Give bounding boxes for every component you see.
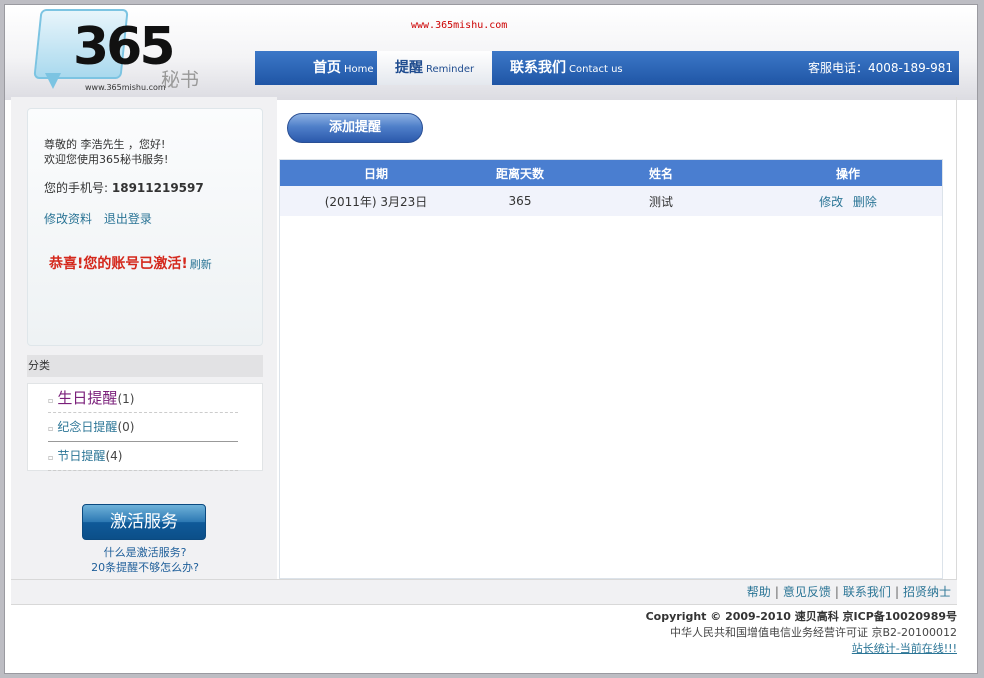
category-count: (4) bbox=[105, 449, 123, 463]
site-url: www.365mishu.com bbox=[411, 20, 508, 31]
bullet-icon: ▫ bbox=[48, 396, 54, 405]
main-nav: 首页 Home 提醒 Reminder 联系我们 Contact us 客服电话：40… bbox=[255, 51, 959, 85]
category-name: 纪念日提醒 bbox=[57, 420, 118, 434]
help-links: 什么是激活服务? 20条提醒不够怎么办? bbox=[27, 545, 263, 575]
column-name: 姓名 bbox=[568, 160, 754, 186]
separator: | bbox=[894, 585, 899, 599]
nav-contact[interactable]: 联系我们 Contact us bbox=[510, 51, 623, 85]
footer-links-bar: 帮助 | 意见反馈 | 联系我们 | 招贤纳士 bbox=[11, 579, 957, 605]
account-links: 修改资料 退出登录 bbox=[44, 210, 262, 227]
hotline: 客服电话：4008-189-981 bbox=[807, 61, 953, 75]
reminder-table-container: 日期 距离天数 姓名 操作 (2011年) 3月23日 365 测试 修改 删除 bbox=[279, 159, 943, 579]
footer-jobs-link[interactable]: 招贤纳士 bbox=[903, 585, 951, 599]
separator: | bbox=[774, 585, 779, 599]
category-count: (0) bbox=[117, 420, 135, 434]
category-holiday[interactable]: ▫ 节日提醒(4) bbox=[48, 442, 238, 471]
category-birthday[interactable]: ▫ 生日提醒(1) bbox=[48, 384, 238, 413]
table-row: (2011年) 3月23日 365 测试 修改 删除 bbox=[280, 186, 942, 216]
logo-bubble-tail bbox=[45, 73, 61, 89]
category-heading: 分类 bbox=[27, 355, 263, 377]
nav-contact-en: Contact us bbox=[569, 64, 623, 75]
logo-text: 秘书 bbox=[161, 69, 200, 91]
edit-profile-link[interactable]: 修改资料 bbox=[44, 212, 92, 226]
copyright-block: Copyright © 2009-2010 速贝高科 京ICP备10020989… bbox=[646, 609, 957, 657]
copyright-text: Copyright © 2009-2010 速贝高科 京ICP备10020989… bbox=[645, 610, 957, 623]
column-date: 日期 bbox=[280, 160, 472, 186]
column-actions: 操作 bbox=[754, 160, 942, 186]
activate-service-button[interactable]: 激活服务 bbox=[82, 504, 206, 540]
need-more-reminders-link[interactable]: 20条提醒不够怎么办? bbox=[27, 560, 263, 575]
nav-reminder-en: Reminder bbox=[426, 64, 475, 75]
edit-reminder-link[interactable]: 修改 bbox=[819, 195, 843, 209]
bullet-icon: ▫ bbox=[48, 424, 54, 433]
nav-home[interactable]: 首页 Home bbox=[313, 51, 374, 85]
phone-line: 您的手机号: 18911219597 bbox=[44, 181, 262, 196]
delete-reminder-link[interactable]: 删除 bbox=[853, 195, 877, 209]
header: 365 秘书 www.365mishu.com www.365mishu.com… bbox=[5, 5, 977, 100]
user-info-panel: 尊敬的 李浩先生 ，您好! 欢迎您使用365秘书服务! 您的手机号: 18911… bbox=[27, 108, 263, 346]
activated-text: 恭喜!您的账号已激活! bbox=[49, 256, 188, 272]
column-days: 距离天数 bbox=[472, 160, 568, 186]
category-list: ▫ 生日提醒(1) ▫ 纪念日提醒(0) ▫ 节日提醒(4) bbox=[27, 383, 263, 471]
cell-actions: 修改 删除 bbox=[754, 186, 942, 216]
stats-line: 站长统计-当前在线!!! bbox=[646, 641, 957, 657]
license-text: 中华人民共和国增值电信业务经营许可证 京B2-20100012 bbox=[670, 626, 957, 639]
separator: | bbox=[834, 585, 839, 599]
welcome-text: 欢迎您使用365秘书服务! bbox=[44, 153, 169, 166]
cell-days: 365 bbox=[472, 186, 568, 216]
table-header-row: 日期 距离天数 姓名 操作 bbox=[280, 160, 942, 186]
what-is-activation-link[interactable]: 什么是激活服务? bbox=[27, 545, 263, 560]
category-name: 生日提醒 bbox=[57, 389, 118, 407]
category-name: 节日提醒 bbox=[57, 449, 106, 463]
activation-status: 恭喜!您的账号已激活! 刷新 bbox=[49, 253, 262, 273]
phone-number: 18911219597 bbox=[111, 181, 204, 195]
cell-name: 测试 bbox=[568, 186, 754, 216]
greeting-text: 尊敬的 李浩先生 ，您好! bbox=[44, 138, 166, 151]
bullet-icon: ▫ bbox=[48, 453, 54, 462]
site-logo[interactable]: 365 秘书 www.365mishu.com bbox=[33, 7, 213, 95]
footer-contact-link[interactable]: 联系我们 bbox=[843, 585, 891, 599]
nav-home-en: Home bbox=[344, 64, 374, 75]
cell-date: (2011年) 3月23日 bbox=[280, 186, 472, 216]
category-count: (1) bbox=[117, 392, 135, 406]
add-reminder-button[interactable]: 添加提醒 bbox=[287, 113, 423, 143]
logo-number: 365 bbox=[73, 17, 176, 77]
nav-contact-label: 联系我们 bbox=[510, 60, 566, 76]
nav-home-label: 首页 bbox=[313, 60, 341, 76]
phone-label: 您的手机号: bbox=[44, 181, 109, 195]
logout-link[interactable]: 退出登录 bbox=[104, 212, 152, 226]
stats-link[interactable]: 站长统计-当前在线!!! bbox=[852, 642, 957, 655]
page-frame: 365 秘书 www.365mishu.com www.365mishu.com… bbox=[4, 4, 978, 674]
reminder-table: 日期 距离天数 姓名 操作 (2011年) 3月23日 365 测试 修改 删除 bbox=[280, 160, 942, 216]
nav-reminder-label: 提醒 bbox=[395, 60, 423, 76]
footer-help-link[interactable]: 帮助 bbox=[747, 585, 771, 599]
logo-url: www.365mishu.com bbox=[85, 83, 166, 92]
nav-reminder[interactable]: 提醒 Reminder bbox=[377, 51, 493, 85]
footer-feedback-link[interactable]: 意见反馈 bbox=[783, 585, 831, 599]
category-anniversary[interactable]: ▫ 纪念日提醒(0) bbox=[48, 413, 238, 442]
refresh-link[interactable]: 刷新 bbox=[190, 258, 212, 271]
